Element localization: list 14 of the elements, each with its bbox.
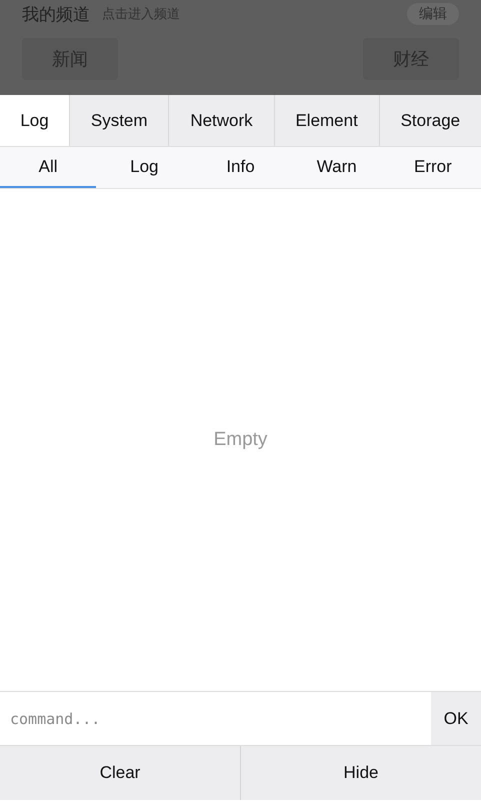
footer-button[interactable]: Hide: [241, 746, 481, 800]
ok-button[interactable]: OK: [431, 692, 481, 745]
section-title: 我的频道: [22, 4, 90, 26]
panel-tab[interactable]: Network: [169, 95, 275, 146]
panel-tab[interactable]: System: [70, 95, 170, 146]
panel-tab[interactable]: Element: [274, 95, 380, 146]
empty-message: Empty: [214, 429, 268, 451]
filter-tab[interactable]: Info: [192, 147, 289, 188]
filter-tab[interactable]: Error: [384, 147, 481, 188]
footer-button[interactable]: Clear: [0, 746, 241, 800]
filter-tab[interactable]: All: [0, 147, 96, 188]
filter-tab[interactable]: Warn: [288, 147, 385, 188]
panel-tab[interactable]: Storage: [380, 95, 481, 146]
filter-tab[interactable]: Log: [96, 147, 192, 188]
